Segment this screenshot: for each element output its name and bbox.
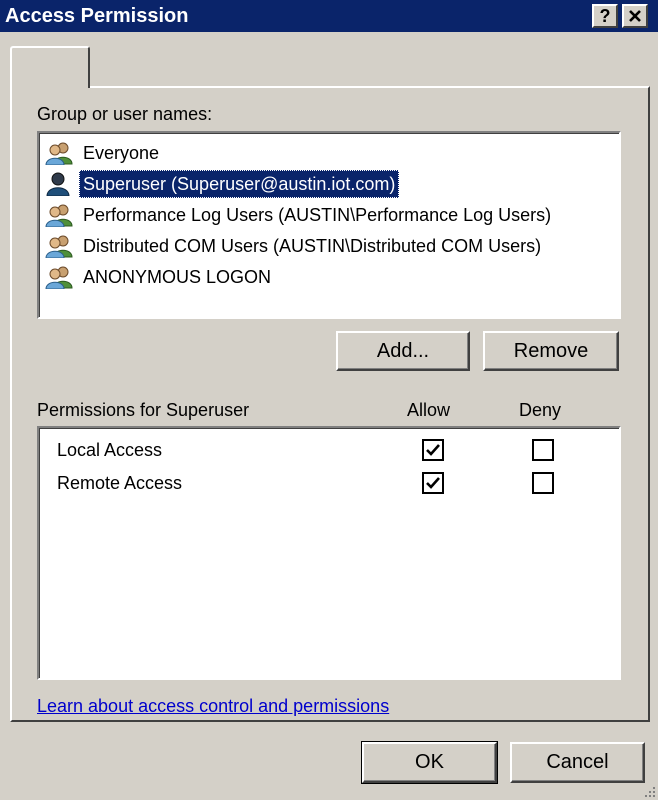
tab-default[interactable] bbox=[10, 46, 90, 88]
group-list-label: Group or user names: bbox=[37, 104, 213, 124]
user-list-item[interactable]: Everyone bbox=[43, 139, 613, 167]
allow-checkbox[interactable] bbox=[422, 472, 444, 494]
help-button[interactable]: ? bbox=[592, 4, 618, 28]
user-name: Superuser (Superuser@austin.iot.com) bbox=[79, 170, 400, 198]
user-list-item[interactable]: Performance Log Users (AUSTIN\Performanc… bbox=[43, 201, 613, 229]
permission-name: Local Access bbox=[57, 440, 163, 460]
permissions-list[interactable]: Local Access Remote Access bbox=[37, 426, 621, 680]
group-icon bbox=[45, 203, 73, 228]
checkmark-icon bbox=[426, 477, 440, 489]
user-name: Everyone bbox=[83, 143, 160, 163]
group-icon bbox=[45, 265, 73, 290]
allow-column-header: Allow bbox=[407, 400, 451, 420]
deny-column-header: Deny bbox=[519, 400, 562, 420]
remove-button[interactable]: Remove bbox=[483, 331, 619, 371]
checkmark-icon bbox=[426, 444, 440, 456]
user-icon bbox=[45, 172, 73, 197]
user-name: ANONYMOUS LOGON bbox=[83, 267, 272, 287]
window-title: Access Permission bbox=[5, 5, 189, 27]
user-name: Performance Log Users (AUSTIN\Performanc… bbox=[83, 205, 552, 225]
ok-button[interactable]: OK bbox=[361, 741, 498, 784]
group-icon bbox=[45, 234, 73, 259]
user-list-item[interactable]: Superuser (Superuser@austin.iot.com) bbox=[43, 170, 613, 198]
close-icon bbox=[629, 10, 641, 22]
user-list-item[interactable]: Distributed COM Users (AUSTIN\Distribute… bbox=[43, 232, 613, 260]
user-name: Distributed COM Users (AUSTIN\Distribute… bbox=[83, 236, 542, 256]
permission-name: Remote Access bbox=[57, 473, 183, 493]
deny-checkbox[interactable] bbox=[532, 439, 554, 461]
close-button[interactable] bbox=[622, 4, 648, 28]
learn-more-link[interactable]: Learn about access control and permissio… bbox=[37, 695, 389, 717]
group-icon bbox=[45, 141, 73, 166]
add-button[interactable]: Add... bbox=[336, 331, 470, 371]
title-bar[interactable]: Access Permission ? bbox=[0, 0, 658, 32]
user-list-item[interactable]: ANONYMOUS LOGON bbox=[43, 263, 613, 291]
allow-checkbox[interactable] bbox=[422, 439, 444, 461]
cancel-button[interactable]: Cancel bbox=[510, 742, 645, 783]
permissions-label: Permissions for Superuser bbox=[37, 400, 250, 420]
resize-grip-icon[interactable] bbox=[644, 786, 656, 798]
deny-checkbox[interactable] bbox=[532, 472, 554, 494]
user-list[interactable]: Everyone Superuser (Superuser@austin.iot.… bbox=[37, 131, 621, 319]
